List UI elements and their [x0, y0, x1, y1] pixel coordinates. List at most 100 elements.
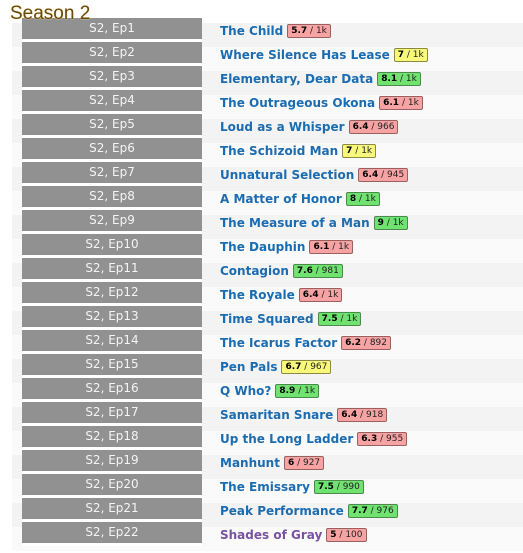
rating-votes: 967	[310, 362, 328, 372]
episode-number-cell: S2, Ep20	[22, 474, 202, 498]
rating-separator: /	[383, 218, 393, 228]
rating-votes: 892	[369, 338, 388, 348]
episode-number-cell: S2, Ep11	[22, 258, 202, 282]
episode-number-cell: S2, Ep6	[22, 138, 202, 162]
episode-number-cell: S2, Ep17	[22, 402, 202, 426]
episode-number-cell: S2, Ep18	[22, 426, 202, 450]
rating-separator: /	[301, 362, 311, 372]
rating-separator: /	[294, 458, 303, 468]
rating-votes: 945	[387, 170, 405, 180]
episode-title-link[interactable]: Contagion	[220, 264, 289, 278]
episode-number-cell: S2, Ep12	[22, 282, 202, 306]
episode-info: Loud as a Whisper 6.4 / 966	[220, 117, 399, 137]
rating-score: 8.1	[381, 74, 398, 84]
episode-info: The Royale 6.4 / 1k	[220, 285, 343, 305]
rating-score: 7.6	[296, 266, 313, 276]
episode-info: Manhunt 6 / 927	[220, 453, 325, 473]
episode-title-link[interactable]: The Measure of a Man	[220, 216, 370, 230]
rating-votes: 1k	[304, 386, 316, 396]
episode-number-cell: S2, Ep21	[22, 498, 202, 522]
rating-score: 6.4	[362, 170, 379, 180]
rating-votes: 990	[342, 482, 360, 492]
episode-info: Elementary, Dear Data 8.1 / 1k	[220, 69, 421, 89]
episode-title-link[interactable]: Pen Pals	[220, 360, 277, 374]
episode-title-link[interactable]: The Dauphin	[220, 240, 305, 254]
rating-separator: /	[307, 26, 316, 36]
episode-title-link[interactable]: Unnatural Selection	[220, 168, 354, 182]
episode-info: The Measure of a Man 9 / 1k	[220, 213, 408, 233]
rating-badge: 7.5 / 1k	[317, 312, 362, 326]
rating-votes: 1k	[346, 314, 358, 324]
episode-title-link[interactable]: A Matter of Honor	[220, 192, 342, 206]
rating-score: 6.3	[361, 434, 378, 444]
rating-votes: 1k	[338, 242, 350, 252]
episode-title-link[interactable]: The Child	[220, 24, 283, 38]
episode-title-link[interactable]: Q Who?	[220, 384, 271, 398]
rating-separator: /	[336, 530, 346, 540]
episode-title-link[interactable]: Shades of Gray	[220, 528, 322, 542]
season-heading: Season 2	[10, 3, 91, 24]
rating-separator: /	[352, 146, 362, 156]
episode-info: Unnatural Selection 6.4 / 945	[220, 165, 409, 185]
episode-title-link[interactable]: The Emissary	[220, 480, 310, 494]
rating-score: 5.7	[291, 26, 308, 36]
rating-badge: 6.1 / 1k	[379, 96, 423, 110]
rating-badge: 7.5 / 990	[313, 480, 364, 494]
episode-info: The Emissary 7.5 / 990	[220, 477, 364, 497]
episode-number-cell: S2, Ep22	[22, 522, 202, 546]
rating-score: 6.4	[352, 122, 369, 132]
episode-info: Q Who? 8.9 / 1k	[220, 381, 320, 401]
episode-number-cell: S2, Ep2	[22, 42, 202, 66]
rating-score: 6.7	[285, 362, 302, 372]
rating-badge: 7 / 1k	[342, 144, 377, 158]
episode-title-link[interactable]: Up the Long Ladder	[220, 432, 353, 446]
episode-title-link[interactable]: The Outrageous Okona	[220, 96, 375, 110]
episode-title-link[interactable]: The Icarus Factor	[220, 336, 337, 350]
rating-badge: 6.2 / 892	[341, 336, 392, 350]
rating-votes: 1k	[412, 50, 424, 60]
rating-score: 8.9	[279, 386, 296, 396]
rating-separator: /	[329, 242, 339, 252]
episode-number-cell: S2, Ep7	[22, 162, 202, 186]
rating-badge: 6.4 / 966	[348, 120, 399, 134]
episode-title-link[interactable]: Time Squared	[220, 312, 314, 326]
episode-title-link[interactable]: Samaritan Snare	[220, 408, 333, 422]
rating-separator: /	[399, 98, 408, 108]
episode-title-link[interactable]: Manhunt	[220, 456, 280, 470]
episode-info: The Schizoid Man 7 / 1k	[220, 141, 377, 161]
rating-badge: 5.7 / 1k	[287, 24, 331, 38]
episode-title-link[interactable]: The Schizoid Man	[220, 144, 338, 158]
rating-badge: 7.6 / 981	[292, 264, 343, 278]
rating-separator: /	[377, 434, 387, 444]
rating-votes: 918	[366, 410, 384, 420]
episode-number-cell: S2, Ep10	[22, 234, 202, 258]
rating-score: 6.1	[313, 242, 330, 252]
rating-badge: 8.1 / 1k	[377, 72, 421, 86]
episode-title-link[interactable]: The Royale	[220, 288, 295, 302]
episode-number-cell: S2, Ep3	[22, 66, 202, 90]
episode-info: The Dauphin 6.1 / 1k	[220, 237, 354, 257]
episode-number-cell: S2, Ep4	[22, 90, 202, 114]
rating-votes: 1k	[407, 98, 419, 108]
rating-votes: 955	[386, 434, 404, 444]
rating-votes: 966	[377, 122, 395, 132]
rating-badge: 6.4 / 1k	[298, 288, 343, 302]
rating-badge: 6 / 927	[283, 456, 325, 470]
episode-number-cell: S2, Ep13	[22, 306, 202, 330]
rating-badge: 8.9 / 1k	[275, 384, 320, 398]
episode-number-cell: S2, Ep8	[22, 186, 202, 210]
episode-info: Where Silence Has Lease 7 / 1k	[220, 45, 428, 65]
episode-info: Time Squared 7.5 / 1k	[220, 309, 362, 329]
rating-score: 7.5	[317, 482, 334, 492]
episode-title-link[interactable]: Where Silence Has Lease	[220, 48, 390, 62]
rating-votes: 976	[376, 506, 394, 516]
episode-info: Pen Pals 6.7 / 967	[220, 357, 332, 377]
rating-badge: 9 / 1k	[373, 216, 408, 230]
rating-badge: 6.4 / 945	[358, 168, 409, 182]
rating-separator: /	[295, 386, 305, 396]
rating-badge: 7 / 1k	[393, 48, 428, 62]
rating-votes: 1k	[327, 290, 339, 300]
episode-title-link[interactable]: Peak Performance	[220, 504, 344, 518]
episode-title-link[interactable]: Loud as a Whisper	[220, 120, 345, 134]
episode-title-link[interactable]: Elementary, Dear Data	[220, 72, 373, 86]
